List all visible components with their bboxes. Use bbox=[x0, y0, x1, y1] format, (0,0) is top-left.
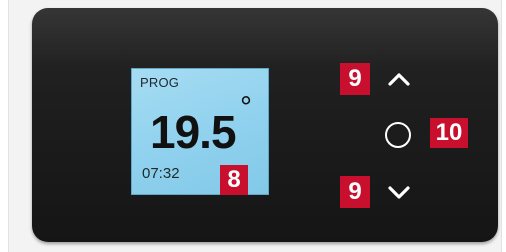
display-mode-label: PROG bbox=[140, 75, 180, 90]
ok-button[interactable] bbox=[382, 119, 414, 151]
callout-9-down: 9 bbox=[340, 176, 370, 208]
up-button[interactable] bbox=[386, 70, 412, 88]
thermostat-device: PROG 19.5 ° 07:32 8 9 10 9 bbox=[32, 8, 498, 242]
callout-10: 10 bbox=[430, 118, 468, 148]
clock-readout: 07:32 bbox=[142, 165, 180, 182]
degree-symbol: ° bbox=[240, 91, 252, 124]
chevron-down-icon bbox=[388, 186, 410, 199]
circle-button-icon bbox=[385, 122, 411, 148]
callout-9-up: 9 bbox=[340, 63, 370, 95]
callout-8: 8 bbox=[220, 165, 248, 195]
down-button[interactable] bbox=[386, 184, 412, 202]
lcd-display: PROG 19.5 ° 07:32 bbox=[131, 68, 269, 195]
chevron-up-icon bbox=[388, 73, 410, 86]
temperature-readout: 19.5 bbox=[150, 106, 237, 158]
